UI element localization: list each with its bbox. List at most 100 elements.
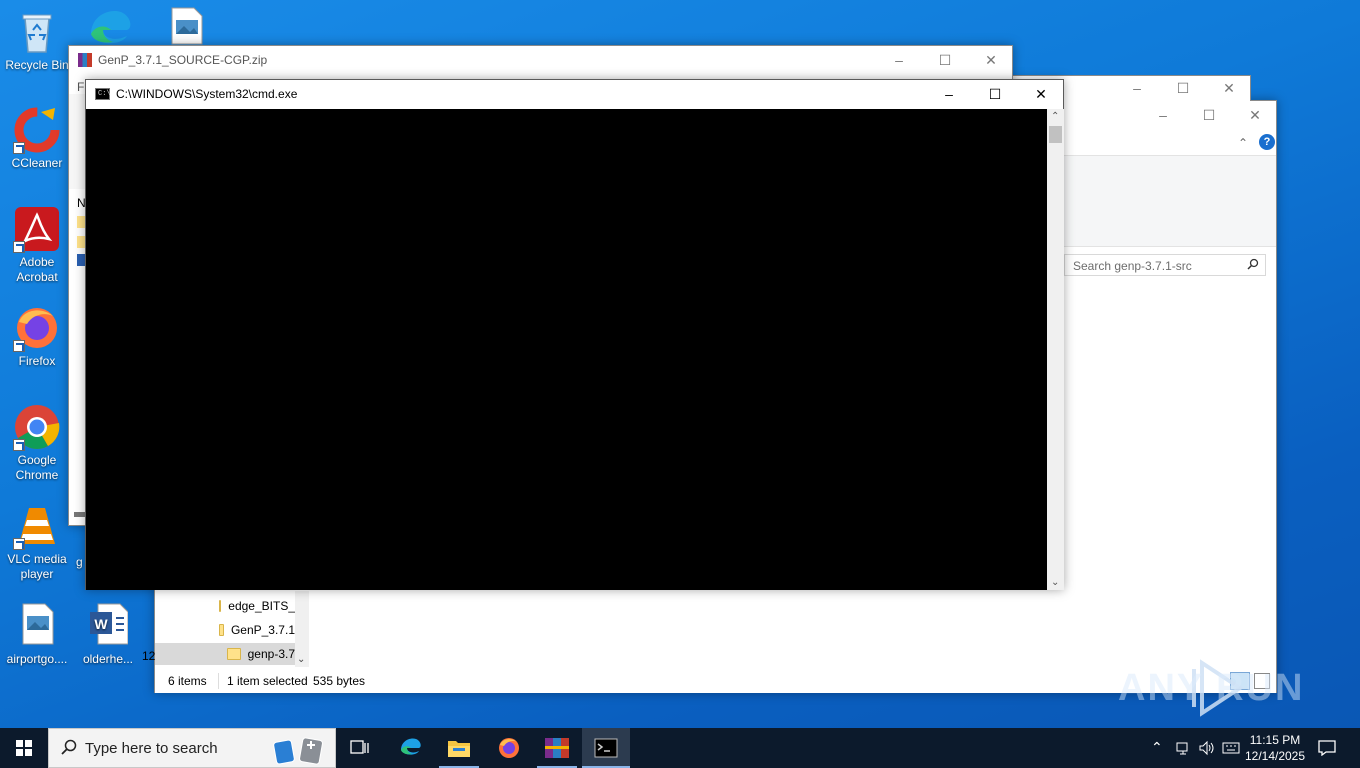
partial-text: 12 bbox=[142, 649, 156, 663]
cmd-scrollbar[interactable]: ⌃ ⌄ bbox=[1047, 109, 1064, 590]
recycle-bin-icon bbox=[13, 8, 61, 56]
desktop-icon-recycle-bin[interactable]: Recycle Bin bbox=[1, 8, 73, 73]
tree-item-label: edge_BITS_ bbox=[228, 599, 295, 613]
clock[interactable]: 11:15 PM 12/14/2025 bbox=[1240, 732, 1310, 764]
shortcut-arrow-icon bbox=[13, 241, 25, 253]
explorer-close-button[interactable]: ✕ bbox=[1232, 101, 1278, 129]
desktop-icon-ccleaner[interactable]: CCleaner bbox=[1, 106, 73, 171]
status-selected: 1 item selected bbox=[227, 674, 308, 688]
desktop-icon-adobe-acrobat[interactable]: Adobe Acrobat bbox=[1, 205, 73, 285]
tree-item-label: genp-3.7 bbox=[247, 647, 295, 661]
word-document-icon: W bbox=[84, 602, 132, 650]
shortcut-arrow-icon bbox=[13, 439, 25, 451]
tree-item[interactable]: edge_BITS_ bbox=[219, 595, 295, 617]
desktop-icon-firefox[interactable]: Firefox bbox=[1, 304, 73, 369]
winrar-icon bbox=[78, 53, 92, 67]
window2-close-button[interactable]: ✕ bbox=[1206, 75, 1252, 101]
adobe-acrobat-icon bbox=[13, 205, 61, 253]
winrar-title: GenP_3.7.1_SOURCE-CGP.zip bbox=[98, 53, 268, 67]
task-view-button[interactable] bbox=[336, 728, 384, 768]
image-file-icon bbox=[13, 602, 61, 650]
taskbar-firefox[interactable] bbox=[485, 728, 533, 768]
window2-minimize-button[interactable]: – bbox=[1114, 75, 1160, 101]
firefox-icon bbox=[499, 738, 519, 758]
shortcut-arrow-icon bbox=[13, 538, 25, 550]
cmd-icon bbox=[594, 738, 618, 758]
taskbar-winrar[interactable] bbox=[533, 728, 581, 768]
tree-item-selected[interactable]: genp-3.7 bbox=[155, 643, 295, 665]
watermark-text: ANY RUN bbox=[1118, 667, 1305, 709]
status-size: 535 bytes bbox=[313, 674, 366, 688]
scroll-down-icon[interactable]: ⌄ bbox=[297, 654, 305, 665]
winrar-minimize-button[interactable]: – bbox=[876, 46, 922, 74]
chrome-icon bbox=[13, 403, 61, 451]
cmd-window[interactable]: C:\ C:\WINDOWS\System32\cmd.exe – ☐ ✕ ⌃ … bbox=[85, 79, 1064, 590]
shortcut-arrow-icon bbox=[13, 142, 25, 154]
scroll-thumb[interactable] bbox=[1049, 126, 1062, 143]
taskbar-file-explorer[interactable] bbox=[435, 728, 483, 768]
taskbar: Type here to search ⌃ 11:15 PM 12/14/202… bbox=[0, 728, 1360, 768]
nav-scrollbar[interactable]: ⌄ bbox=[295, 591, 309, 667]
volume-icon[interactable] bbox=[1198, 740, 1216, 759]
cmd-close-button[interactable]: ✕ bbox=[1018, 80, 1064, 108]
desktop-icon-airportgo[interactable]: airportgo.... bbox=[1, 602, 73, 667]
desktop-icon-google-chrome[interactable]: Google Chrome bbox=[1, 403, 73, 483]
search-box[interactable]: Search genp-3.7.1-src bbox=[1064, 254, 1266, 276]
help-icon[interactable]: ? bbox=[1259, 134, 1275, 150]
desktop-icon-olderhe[interactable]: W olderhe... bbox=[72, 602, 144, 667]
watermark: ANY RUN bbox=[1118, 655, 1314, 721]
svg-text:W: W bbox=[94, 616, 108, 632]
clock-date: 12/14/2025 bbox=[1244, 749, 1306, 763]
task-view-icon bbox=[350, 740, 369, 754]
tray-chevron-icon[interactable]: ⌃ bbox=[1151, 739, 1163, 756]
explorer-maximize-button[interactable]: ☐ bbox=[1186, 101, 1232, 129]
window2-maximize-button[interactable]: ☐ bbox=[1160, 75, 1206, 101]
scroll-down-icon[interactable]: ⌄ bbox=[1051, 577, 1059, 588]
desktop-icon-label: airportgo.... bbox=[6, 652, 68, 666]
winrar-titlebar[interactable]: GenP_3.7.1_SOURCE-CGP.zip – ☐ ✕ bbox=[69, 46, 1012, 74]
cmd-console[interactable] bbox=[86, 109, 1047, 590]
tree-item[interactable]: GenP_3.7.1 bbox=[219, 619, 295, 641]
firefox-icon bbox=[13, 304, 61, 352]
cmd-maximize-button[interactable]: ☐ bbox=[972, 80, 1018, 108]
desktop-icon-label: Google Chrome bbox=[15, 453, 59, 482]
cmd-minimize-button[interactable]: – bbox=[926, 80, 972, 108]
search-icon bbox=[61, 739, 77, 758]
start-button[interactable] bbox=[0, 728, 48, 768]
windows-logo-icon bbox=[16, 740, 32, 756]
winrar-icon bbox=[545, 738, 569, 758]
keyboard-layout-icon[interactable] bbox=[1222, 740, 1240, 759]
clock-time: 11:15 PM bbox=[1249, 733, 1301, 747]
winrar-close-button[interactable]: ✕ bbox=[968, 46, 1014, 74]
desktop-icon-label: Adobe Acrobat bbox=[16, 255, 58, 284]
status-bar: 6 items 1 item selected 535 bytes bbox=[155, 669, 1276, 693]
taskbar-edge[interactable] bbox=[387, 728, 435, 768]
desktop-icon-partial: g bbox=[76, 555, 83, 569]
scroll-up-icon[interactable]: ⌃ bbox=[1051, 111, 1059, 122]
edge-icon bbox=[401, 738, 421, 755]
taskbar-cmd[interactable] bbox=[582, 728, 630, 768]
notifications-icon[interactable] bbox=[1318, 740, 1336, 759]
desktop-icon-vlc[interactable]: VLC media player bbox=[1, 502, 73, 582]
network-icon[interactable] bbox=[1175, 740, 1191, 759]
tree-item-label: GenP_3.7.1 bbox=[230, 623, 295, 637]
taskbar-search[interactable]: Type here to search bbox=[48, 728, 336, 768]
folder-icon bbox=[219, 600, 222, 612]
ccleaner-icon bbox=[13, 106, 61, 154]
taskbar-search-input: Type here to search bbox=[85, 739, 218, 757]
cmd-titlebar[interactable]: C:\ C:\WINDOWS\System32\cmd.exe – ☐ ✕ bbox=[86, 80, 1063, 109]
winrar-maximize-button[interactable]: ☐ bbox=[922, 46, 968, 74]
desktop-icon-label: olderhe... bbox=[82, 652, 134, 666]
status-divider bbox=[218, 673, 219, 689]
search-icon bbox=[1247, 258, 1259, 273]
explorer-minimize-button[interactable]: – bbox=[1140, 101, 1186, 129]
shortcut-arrow-icon bbox=[13, 340, 25, 352]
desktop-icon-label: Recycle Bin bbox=[5, 58, 69, 72]
cmd-title: C:\WINDOWS\System32\cmd.exe bbox=[116, 87, 298, 101]
status-item-count: 6 items bbox=[168, 674, 207, 688]
ribbon-collapse-icon[interactable]: ⌃ bbox=[1238, 136, 1248, 150]
desktop-icon-label: CCleaner bbox=[11, 156, 63, 170]
cmd-icon: C:\ bbox=[95, 88, 111, 100]
search-highlight-icon bbox=[271, 731, 331, 768]
desktop-icon-label: Firefox bbox=[18, 354, 56, 368]
